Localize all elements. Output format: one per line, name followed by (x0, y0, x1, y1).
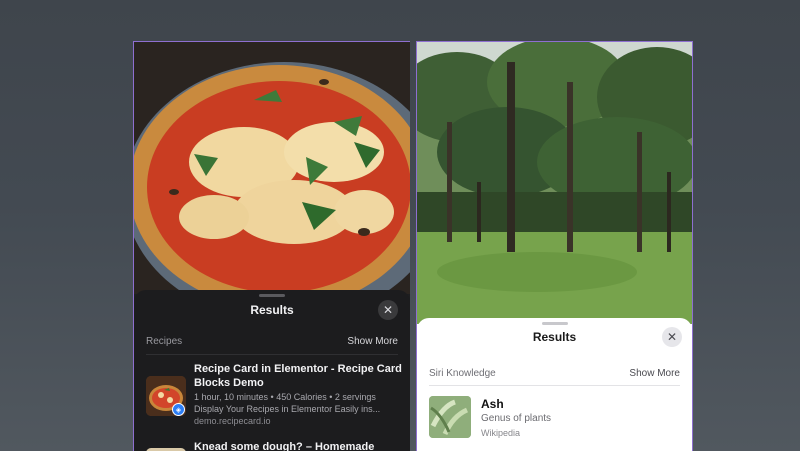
sheet-grabber[interactable] (259, 294, 285, 297)
recipe-description: Display Your Recipes in Elementor Easily… (194, 404, 381, 414)
knowledge-title[interactable]: Ash (481, 397, 504, 411)
recipe-title[interactable]: Recipe Card in Elementor - Recipe Card B… (194, 362, 404, 390)
pizza-photo (134, 42, 410, 294)
section-label: Recipes (146, 336, 183, 347)
right-phone-screen: Results ✕ Siri Knowledge Show More Ash G… (416, 41, 693, 451)
divider (429, 385, 680, 386)
sheet-title: Results (250, 303, 294, 317)
safari-icon: ◈ (172, 403, 185, 416)
show-more-button[interactable]: Show More (347, 336, 398, 347)
close-icon[interactable]: ✕ (378, 300, 398, 320)
divider (146, 354, 398, 355)
trees-photo (417, 42, 692, 324)
show-more-button[interactable]: Show More (629, 368, 680, 379)
recipe-meta: 1 hour, 10 minutes • 450 Calories • 2 se… (194, 392, 376, 402)
siri-knowledge-section-header: Siri Knowledge Show More (429, 368, 680, 379)
sheet-grabber[interactable] (541, 322, 568, 325)
recipes-section-header: Recipes Show More (146, 336, 398, 347)
knowledge-subtitle: Genus of plants (481, 413, 552, 424)
knowledge-source: Wikipedia (481, 428, 521, 438)
left-phone-screen: Results ✕ Recipes Show More ◈ Recipe Car… (133, 41, 410, 451)
ash-thumbnail[interactable] (429, 396, 471, 438)
recipe-domain: demo.recipecard.io (194, 416, 271, 426)
next-result-title[interactable]: Knead some dough? – Homemade (194, 441, 374, 451)
sheet-title: Results (532, 330, 577, 344)
close-icon[interactable]: ✕ (662, 327, 682, 347)
section-label: Siri Knowledge (429, 368, 496, 379)
results-sheet: Results ✕ Recipes Show More ◈ Recipe Car… (134, 290, 410, 451)
results-sheet: Results ✕ Siri Knowledge Show More Ash G… (417, 318, 692, 451)
